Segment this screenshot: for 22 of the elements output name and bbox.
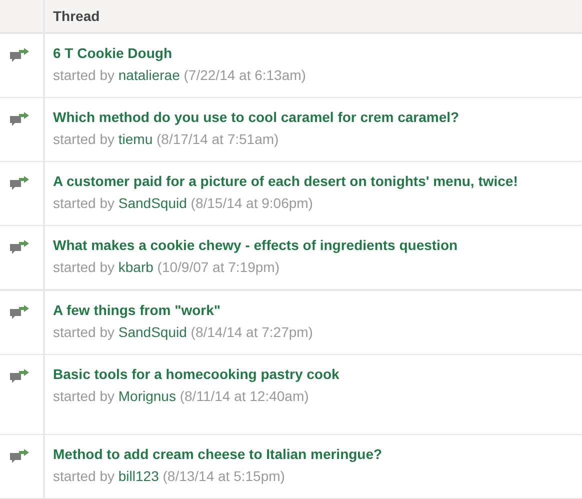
username-link[interactable]: tiemu [118,131,153,147]
thread-byline: started by kbarb (10/9/07 at 7:19pm) [53,259,280,275]
thread-title-link[interactable]: A customer paid for a picture of each desert on tonights' menu, twice! [53,173,518,189]
column-header: Thread [52,7,101,26]
thread-byline: started by natalierae (7/22/14 at 6:13am) [53,67,306,83]
thread-byline: started by tiemu (8/17/14 at 7:51am) [53,131,279,147]
thread-title-link[interactable]: A few things from "work" [53,302,221,318]
thread-title-link[interactable]: 6 T Cookie Dough [53,45,172,61]
thread-byline: started by bill123 (8/13/14 at 5:15pm) [53,468,285,484]
username-link[interactable]: SandSquid [118,324,187,340]
username-link[interactable]: bill123 [118,468,159,484]
thread-byline: started by SandSquid (8/15/14 at 9:06pm) [53,195,313,211]
username-link[interactable]: SandSquid [118,195,187,211]
thread-byline: started by Morignus (8/11/14 at 12:40am) [53,388,309,404]
username-link[interactable]: Morignus [118,388,176,404]
username-link[interactable]: natalierae [118,67,180,83]
thread-title-link[interactable]: What makes a cookie chewy - effects of ingredients question [53,237,458,253]
thread-title-link[interactable]: Method to add cream cheese to Italian meringue? [53,446,382,462]
username-link[interactable]: kbarb [118,259,154,275]
thread-byline: started by SandSquid (8/14/14 at 7:27pm) [53,324,313,340]
thread-title-link[interactable]: Which method do you use to cool caramel for crem caramel? [53,109,460,125]
thread-title-link[interactable]: Basic tools for a homecooking pastry cook [53,366,340,382]
